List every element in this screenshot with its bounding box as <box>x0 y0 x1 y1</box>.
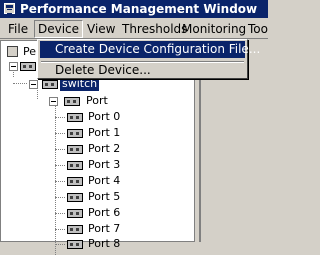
device-menu-dropdown: Create Device Configuration File... Dele… <box>37 39 260 79</box>
tree-node-port-label: Port 5 <box>88 190 121 203</box>
expander-icon[interactable] <box>9 62 18 71</box>
tree-node-port-label: Port 6 <box>88 206 121 219</box>
tree-node-port-label: Port 7 <box>88 222 121 235</box>
tree-node-switch-label: switch <box>60 77 100 91</box>
port-icon <box>67 193 83 202</box>
menu-thresholds[interactable]: Thresholds <box>120 22 189 36</box>
create-device-config-menu-item[interactable]: Create Device Configuration File... <box>40 41 260 58</box>
expander-icon[interactable] <box>49 97 58 106</box>
menu-view[interactable]: View <box>85 22 117 36</box>
port-icon <box>67 225 83 234</box>
port-icon <box>67 129 83 138</box>
switch-icon <box>42 80 58 89</box>
tree-node-port-label: Port 4 <box>88 174 121 187</box>
menu-monitoring[interactable]: Monitoring <box>180 22 248 36</box>
menu-device[interactable]: Device <box>34 20 84 38</box>
tree-node-port-label: Port 3 <box>88 158 121 171</box>
tree-node-port-label: Port 8 <box>88 237 121 250</box>
port-icon <box>67 113 83 122</box>
port-icon <box>67 145 83 154</box>
menu-tools[interactable]: Too <box>246 22 270 36</box>
tree-node-port-label: Port 2 <box>88 142 121 155</box>
port-icon <box>67 177 83 186</box>
menu-bar: File Device View Thresholds Monitoring T… <box>0 19 268 39</box>
port-group-icon <box>64 97 80 106</box>
window-icon <box>7 46 18 57</box>
device-icon <box>20 62 36 71</box>
menu-file[interactable]: File <box>6 22 30 36</box>
port-icon <box>67 209 83 218</box>
app-icon <box>4 3 15 14</box>
tree-node-port-group-label: Port <box>86 94 108 107</box>
delete-device-menu-item[interactable]: Delete Device... <box>40 62 245 79</box>
port-icon <box>67 240 83 249</box>
tree-root-label: Pe <box>23 45 37 58</box>
port-icon <box>67 161 83 170</box>
title-bar: Performance Management Window <box>0 0 268 18</box>
tree-node-port-label: Port 1 <box>88 126 121 139</box>
window-title: Performance Management Window <box>20 2 258 16</box>
expander-icon[interactable] <box>29 80 38 89</box>
tree-node-port-label: Port 0 <box>88 110 121 123</box>
